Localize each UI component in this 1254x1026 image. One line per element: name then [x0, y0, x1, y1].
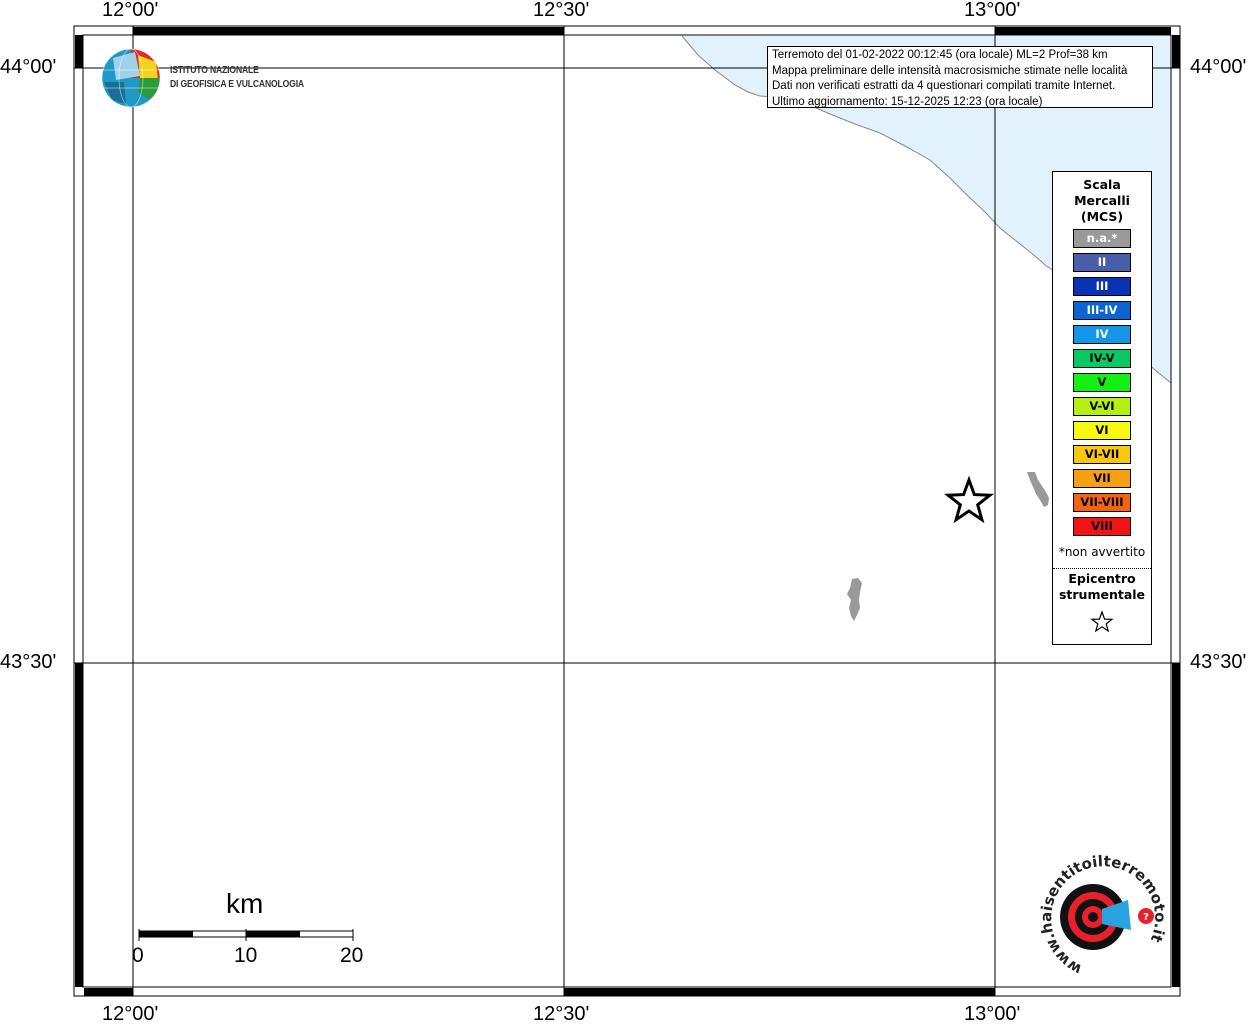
- legend-epicenter-label: Epicentro strumentale: [1053, 571, 1151, 603]
- lake-north: [1027, 472, 1049, 507]
- legend-star-icon: [1090, 610, 1114, 633]
- event-info-box: Terremoto del 01-02-2022 00:12:45 (ora l…: [767, 46, 1153, 108]
- ingv-name-line1: ISTITUTO NAZIONALE: [170, 64, 259, 76]
- legend-swatch-3: III-IV: [1073, 301, 1131, 320]
- scale-unit-label: km: [226, 888, 264, 919]
- mcs-legend: Scala Mercalli (MCS) n.a.* II III III-IV IV I…: [1052, 171, 1152, 645]
- legend-swatch-10: VII: [1073, 469, 1131, 488]
- event-info-line1: Terremoto del 01-02-2022 00:12:45 (ora l…: [772, 49, 1108, 61]
- legend-swatch-11: VII-VIII: [1073, 493, 1131, 512]
- legend-swatch-8: VI: [1073, 421, 1131, 440]
- legend-swatch-2: III: [1073, 277, 1131, 296]
- legend-swatch-1: II: [1073, 253, 1131, 272]
- legend-swatch-4: IV: [1073, 325, 1131, 344]
- legend-title-line1: Scala: [1083, 177, 1121, 192]
- legend-title-line2: Mercalli: [1074, 193, 1130, 208]
- legend-swatch-5: IV-V: [1073, 349, 1131, 368]
- legend-swatch-9: VI-VII: [1073, 445, 1131, 464]
- scale-tick-0: 0: [132, 944, 144, 967]
- event-info-line4: Ultimo aggiornamento: 15-12-2025 12:23 (…: [772, 95, 1043, 108]
- legend-epi-line2: strumentale: [1058, 587, 1146, 602]
- legend-separator: [1053, 568, 1151, 569]
- legend-swatch-12: VIII: [1073, 517, 1131, 536]
- legend-epi-line1: Epicentro: [1068, 571, 1136, 586]
- scale-tick-20: 20: [340, 944, 364, 967]
- legend-title-line3: (MCS): [1080, 209, 1124, 224]
- scale-tick-10: 10: [234, 944, 258, 967]
- lake-south: [847, 578, 862, 621]
- epicenter-star-icon: [943, 475, 995, 524]
- legend-title: Scala Mercalli (MCS): [1053, 177, 1151, 225]
- event-info-line2: Mappa preliminare delle intensità macros…: [772, 64, 1128, 77]
- ingv-globe-icon: [101, 48, 161, 108]
- legend-swatch-0: n.a.*: [1073, 229, 1131, 248]
- svg-text:?: ?: [1143, 912, 1149, 923]
- event-info-line3: Dati non verificati estratti da 4 questi…: [772, 80, 1116, 92]
- legend-swatch-7: V-VI: [1073, 397, 1131, 416]
- ingv-name-line2: DI GEOFISICA E VULCANOLOGIA: [170, 78, 304, 90]
- scale-bar: [138, 929, 354, 941]
- legend-swatch-6: V: [1073, 373, 1131, 392]
- legend-note: *non avvertito: [1058, 545, 1146, 559]
- hsit-logo-icon: ?: [1060, 884, 1154, 950]
